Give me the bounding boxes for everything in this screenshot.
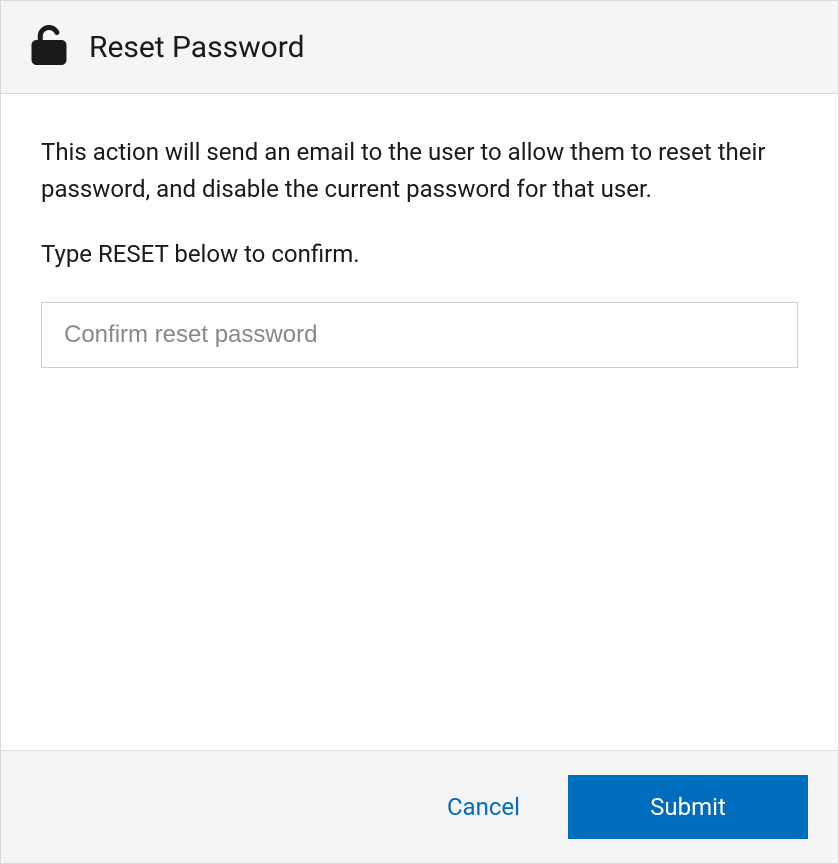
dialog-footer: Cancel Submit xyxy=(1,750,838,863)
dialog-header: Reset Password xyxy=(1,1,838,94)
dialog-body: This action will send an email to the us… xyxy=(1,94,838,750)
cancel-button[interactable]: Cancel xyxy=(415,775,552,839)
confirm-reset-input[interactable] xyxy=(41,302,798,368)
unlock-icon xyxy=(31,25,67,69)
dialog-description: This action will send an email to the us… xyxy=(41,134,798,208)
dialog-title: Reset Password xyxy=(89,30,305,65)
confirm-instruction: Type RESET below to confirm. xyxy=(41,236,798,272)
submit-button[interactable]: Submit xyxy=(568,775,808,839)
reset-password-dialog: Reset Password This action will send an … xyxy=(0,0,839,864)
